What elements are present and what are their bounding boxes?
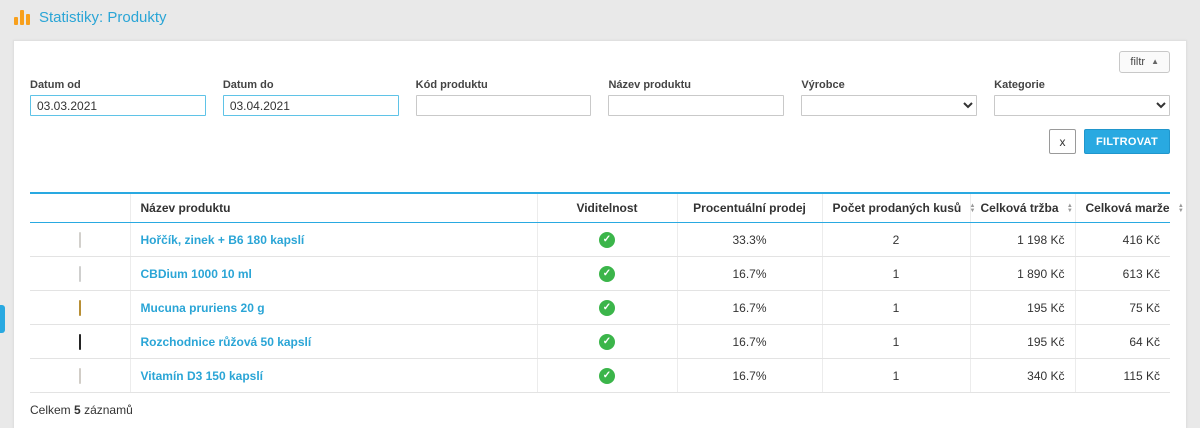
total-revenue-value: 340 Kč	[970, 359, 1075, 393]
chevron-up-icon: ▲	[1151, 58, 1159, 66]
percent-sales-value: 16.7%	[677, 291, 822, 325]
filter-field-product-name: Název produktu	[608, 79, 784, 116]
date-to-label: Datum do	[223, 79, 399, 91]
sort-icon[interactable]: ▲▼	[1178, 204, 1184, 214]
product-name-link[interactable]: Mucuna pruriens 20 g	[141, 301, 265, 315]
category-label: Kategorie	[994, 79, 1170, 91]
percent-sales-value: 16.7%	[677, 257, 822, 291]
visible-check-icon: ✓	[599, 266, 615, 282]
statistics-icon	[14, 10, 30, 25]
column-header-units-sold[interactable]: Počet prodaných kusů ▲▼	[822, 193, 970, 223]
visible-check-icon: ✓	[599, 300, 615, 316]
filter-field-product-code: Kód produktu	[416, 79, 592, 116]
filter-toggle-button[interactable]: filtr ▲	[1119, 51, 1170, 73]
manufacturer-label: Výrobce	[801, 79, 977, 91]
column-header-total-revenue[interactable]: Celková tržba ▲▼	[970, 193, 1075, 223]
total-revenue-value: 195 Kč	[970, 291, 1075, 325]
products-table: Název produktu Viditelnost Procentuální …	[30, 192, 1170, 393]
filter-field-date-from: Datum od	[30, 79, 206, 116]
table-row: Rozchodnice růžová 50 kapslí ✓ 16.7% 1 1…	[30, 325, 1170, 359]
clear-filter-button[interactable]: x	[1049, 129, 1076, 154]
product-code-label: Kód produktu	[416, 79, 592, 91]
product-thumbnail[interactable]	[79, 369, 81, 383]
total-revenue-value: 1 198 Kč	[970, 223, 1075, 257]
sort-icon[interactable]: ▲▼	[970, 204, 976, 214]
date-to-input[interactable]	[223, 95, 399, 116]
table-row: Vitamín D3 150 kapslí ✓ 16.7% 1 340 Kč 1…	[30, 359, 1170, 393]
column-header-visibility: Viditelnost	[537, 193, 677, 223]
records-count-number: 5	[74, 403, 81, 417]
percent-sales-value: 16.7%	[677, 359, 822, 393]
product-thumbnail[interactable]	[79, 267, 81, 281]
visible-check-icon: ✓	[599, 232, 615, 248]
percent-sales-value: 33.3%	[677, 223, 822, 257]
top-bar: Statistiky: Produkty	[0, 0, 1200, 34]
total-margin-value: 64 Kč	[1075, 325, 1170, 359]
filter-field-date-to: Datum do	[223, 79, 399, 116]
product-code-input[interactable]	[416, 95, 592, 116]
date-from-label: Datum od	[30, 79, 206, 91]
total-margin-value: 613 Kč	[1075, 257, 1170, 291]
product-thumbnail[interactable]	[79, 335, 81, 349]
table-row: CBDium 1000 10 ml ✓ 16.7% 1 1 890 Kč 613…	[30, 257, 1170, 291]
category-select[interactable]	[994, 95, 1170, 116]
units-sold-value: 2	[822, 223, 970, 257]
units-sold-value: 1	[822, 325, 970, 359]
column-header-image	[30, 193, 130, 223]
table-header-row: Název produktu Viditelnost Procentuální …	[30, 193, 1170, 223]
filter-toggle-label: filtr	[1130, 56, 1145, 68]
table-row: Mucuna pruriens 20 g ✓ 16.7% 1 195 Kč 75…	[30, 291, 1170, 325]
product-thumbnail[interactable]	[79, 233, 81, 247]
sort-icon[interactable]: ▲▼	[1067, 204, 1073, 214]
filter-section: filtr ▲ Datum od Datum do Kód produktu N…	[14, 41, 1186, 154]
filter-field-manufacturer: Výrobce	[801, 79, 977, 116]
total-revenue-value: 195 Kč	[970, 325, 1075, 359]
page-title: Statistiky: Produkty	[39, 9, 167, 26]
content-panel: filtr ▲ Datum od Datum do Kód produktu N…	[13, 40, 1187, 428]
product-name-link[interactable]: CBDium 1000 10 ml	[141, 267, 252, 281]
date-from-input[interactable]	[30, 95, 206, 116]
column-header-percent-sales: Procentuální prodej	[677, 193, 822, 223]
product-name-link[interactable]: Vitamín D3 150 kapslí	[141, 369, 264, 383]
visible-check-icon: ✓	[599, 334, 615, 350]
column-header-product-name: Název produktu	[130, 193, 537, 223]
total-margin-value: 115 Kč	[1075, 359, 1170, 393]
panel-edge-tab[interactable]	[0, 305, 5, 333]
total-margin-value: 416 Kč	[1075, 223, 1170, 257]
total-revenue-value: 1 890 Kč	[970, 257, 1075, 291]
product-name-input[interactable]	[608, 95, 784, 116]
visible-check-icon: ✓	[599, 368, 615, 384]
filter-field-category: Kategorie	[994, 79, 1170, 116]
units-sold-value: 1	[822, 359, 970, 393]
product-name-link[interactable]: Hořčík, zinek + B6 180 kapslí	[141, 233, 305, 247]
column-header-total-margin[interactable]: Celková marže ▲▼	[1075, 193, 1170, 223]
product-thumbnail[interactable]	[79, 301, 81, 315]
total-margin-value: 75 Kč	[1075, 291, 1170, 325]
product-name-label: Název produktu	[608, 79, 784, 91]
units-sold-value: 1	[822, 257, 970, 291]
filter-submit-button[interactable]: FILTROVAT	[1084, 129, 1170, 154]
product-name-link[interactable]: Rozchodnice růžová 50 kapslí	[141, 335, 312, 349]
percent-sales-value: 16.7%	[677, 325, 822, 359]
units-sold-value: 1	[822, 291, 970, 325]
table-row: Hořčík, zinek + B6 180 kapslí ✓ 33.3% 2 …	[30, 223, 1170, 257]
records-count: Celkem 5 záznamů	[14, 393, 1186, 427]
products-table-wrap: Název produktu Viditelnost Procentuální …	[14, 192, 1186, 393]
manufacturer-select[interactable]	[801, 95, 977, 116]
